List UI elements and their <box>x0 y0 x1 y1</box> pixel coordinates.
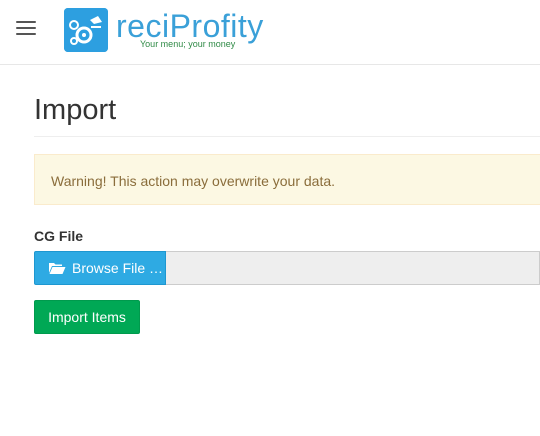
warning-alert-text: Warning! This action may overwrite your … <box>51 173 336 189</box>
warning-alert: Warning! This action may overwrite your … <box>34 154 540 205</box>
browse-file-button[interactable]: Browse File … <box>34 251 166 285</box>
import-items-button[interactable]: Import Items <box>34 300 140 334</box>
browse-file-label: Browse File … <box>72 260 164 276</box>
brand-tagline: Your menu; your money <box>140 39 236 49</box>
file-field-label: CG File <box>34 228 84 244</box>
hamburger-icon[interactable] <box>16 19 38 37</box>
selected-file-display[interactable] <box>166 251 540 285</box>
page-title: Import <box>34 94 117 126</box>
folder-open-icon <box>48 261 66 275</box>
top-navbar: reciProfity Your menu; your money <box>0 0 540 65</box>
file-input-group: Browse File … <box>34 251 540 285</box>
logo-mark-icon <box>64 8 108 52</box>
title-divider <box>34 136 540 137</box>
